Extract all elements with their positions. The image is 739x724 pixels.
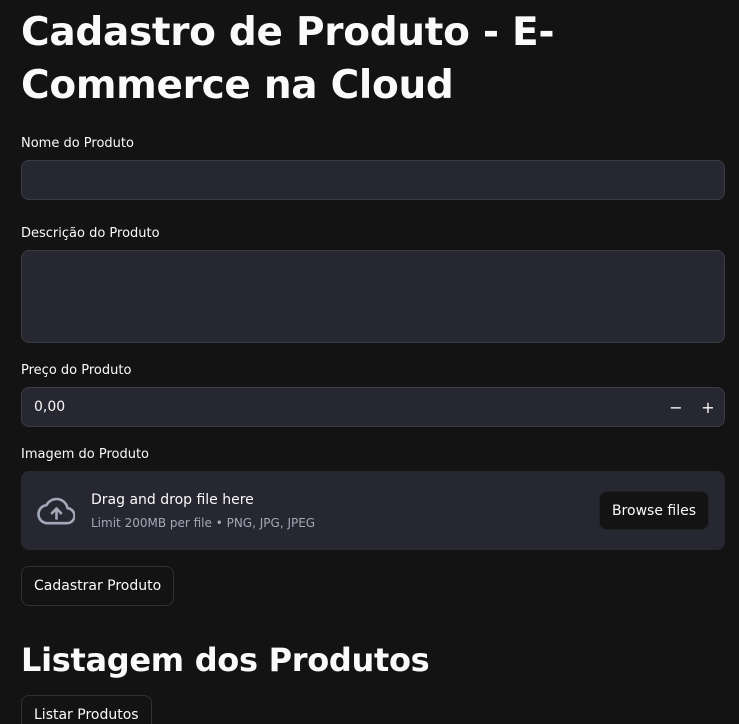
cloud-upload-icon: [37, 497, 75, 525]
dropzone-text: Drag and drop file here Limit 200MB per …: [91, 490, 599, 532]
dropzone-title: Drag and drop file here: [91, 491, 254, 508]
product-price-label: Preço do Produto: [21, 363, 132, 378]
main-container: Cadastro de Produto - E-Commerce na Clou…: [0, 0, 739, 724]
list-products-button[interactable]: Listar Produtos: [21, 695, 152, 724]
file-dropzone[interactable]: Drag and drop file here Limit 200MB per …: [21, 471, 725, 550]
page-title: Cadastro de Produto - E-Commerce na Clou…: [21, 10, 555, 108]
product-description-textarea[interactable]: [21, 250, 725, 343]
product-price-field: − +: [21, 387, 725, 427]
dropzone-limit: Limit 200MB per file • PNG, JPG, JPEG: [91, 515, 316, 530]
product-name-input[interactable]: [21, 160, 725, 200]
product-image-label: Imagem do Produto: [21, 447, 150, 462]
product-price-input[interactable]: [22, 388, 660, 426]
register-product-button[interactable]: Cadastrar Produto: [21, 566, 175, 606]
price-increment-button[interactable]: +: [692, 388, 724, 426]
listing-title: Listagem dos Produtos: [21, 641, 430, 679]
price-decrement-button[interactable]: −: [660, 388, 692, 426]
browse-files-button[interactable]: Browse files: [598, 491, 709, 530]
product-description-label: Descrição do Produto: [21, 226, 160, 241]
product-name-label: Nome do Produto: [21, 136, 134, 151]
